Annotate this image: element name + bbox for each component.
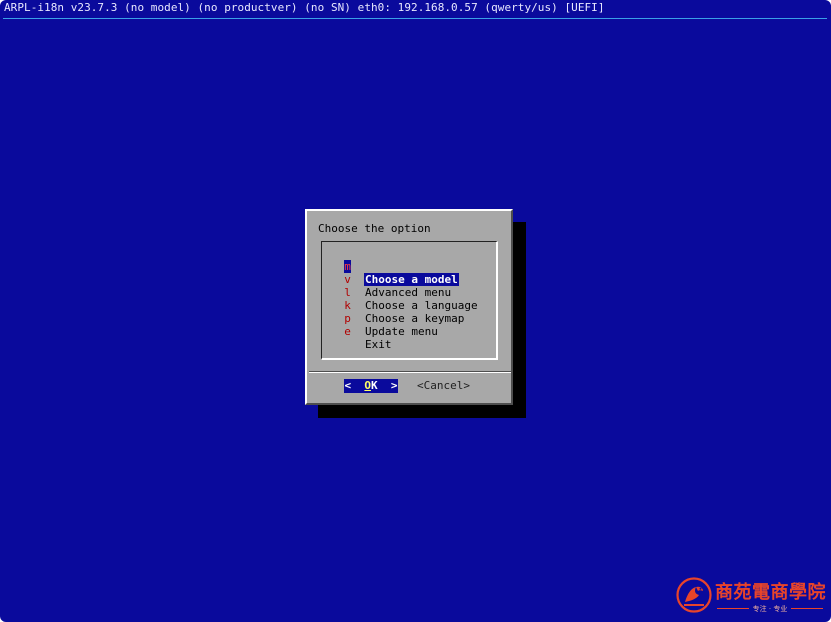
menu-item-choose-keymap[interactable]: k Choose a keymap — [322, 286, 464, 325]
title-underline — [3, 18, 827, 19]
watermark-logo-icon — [676, 577, 712, 613]
options-dialog: Choose the option m Choose a model v Adv… — [305, 209, 513, 405]
ok-bracket-left: < — [344, 379, 352, 392]
menu-item-choose-language[interactable]: l Choose a language — [322, 273, 477, 312]
dialog-title: Choose the option — [318, 222, 431, 235]
menu-list: m Choose a model v Advanced menu l Choos… — [321, 241, 498, 360]
menu-item-label: Choose a model — [364, 273, 459, 286]
watermark-line-right — [791, 608, 823, 609]
ok-bracket-right: > — [390, 379, 398, 392]
menu-item-advanced-menu[interactable]: v Advanced menu — [322, 260, 451, 299]
ok-button[interactable]: < OK > — [344, 379, 398, 393]
terminal-screen: ARPL-i18n v23.7.3 (no model) (no product… — [0, 0, 831, 622]
menu-item-label: Choose a keymap — [365, 312, 465, 325]
button-separator — [309, 371, 511, 373]
menu-hotkey: e — [344, 325, 351, 338]
watermark-subtext: 专注 · 专业 — [752, 605, 788, 613]
menu-item-label: Update menu — [365, 325, 438, 338]
watermark: 商苑電商學院 专注 · 专业 — [673, 574, 829, 618]
menu-item-exit[interactable]: e Exit — [322, 312, 391, 351]
menu-item-label: Exit — [365, 338, 392, 351]
menu-item-update-menu[interactable]: p Update menu — [322, 299, 438, 338]
menu-item-label: Advanced menu — [365, 286, 452, 299]
menu-item-label: Choose a language — [365, 299, 478, 312]
cancel-button[interactable]: <Cancel> — [417, 379, 470, 393]
ok-label-rest: K — [371, 379, 378, 392]
status-title-bar: ARPL-i18n v23.7.3 (no model) (no product… — [4, 1, 605, 14]
watermark-text: 商苑電商學院 — [715, 582, 826, 603]
menu-item-choose-model[interactable]: m Choose a model — [322, 247, 459, 286]
ok-hotkey: O — [364, 379, 371, 392]
